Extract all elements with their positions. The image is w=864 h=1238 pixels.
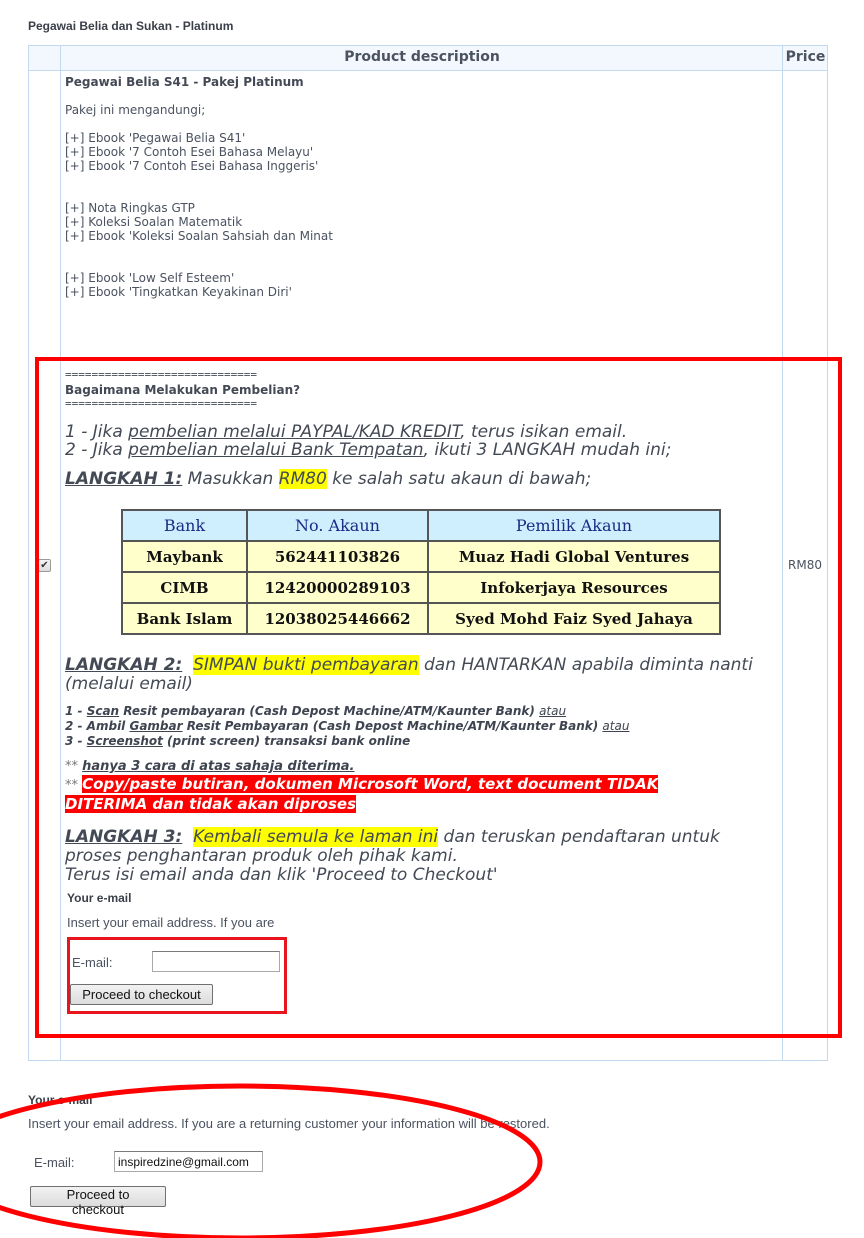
contents-intro: Pakej ini mengandungi; [65, 103, 206, 117]
annotation-form-box [67, 937, 287, 1014]
annotation-ellipse-shape [0, 1083, 543, 1238]
product-name: Pegawai Belia S41 - Pakej Platinum [65, 75, 304, 89]
section-title: Pegawai Belia dan Sukan - Platinum [28, 19, 234, 33]
list-item: [+] Ebook 'Low Self Esteem' [65, 271, 235, 285]
list-item: [+] Nota Ringkas GTP [65, 201, 195, 215]
header-divider [29, 70, 827, 71]
header-product-description: Product description [344, 49, 500, 65]
header-price: Price [785, 49, 826, 65]
annotation-ellipse [0, 1083, 543, 1238]
list-item: [+] Ebook 'Pegawai Belia S41' [65, 131, 246, 145]
list-item: [+] Ebook 'Koleksi Soalan Sahsiah dan Mi… [65, 229, 333, 243]
list-item: [+] Ebook 'Tingkatkan Keyakinan Diri' [65, 285, 292, 299]
list-item: [+] Ebook '7 Contoh Esei Bahasa Melayu' [65, 145, 314, 159]
list-item: [+] Ebook '7 Contoh Esei Bahasa Inggeris… [65, 159, 319, 173]
list-item: [+] Koleksi Soalan Matematik [65, 215, 243, 229]
annotation-highlight-box [35, 357, 842, 1038]
